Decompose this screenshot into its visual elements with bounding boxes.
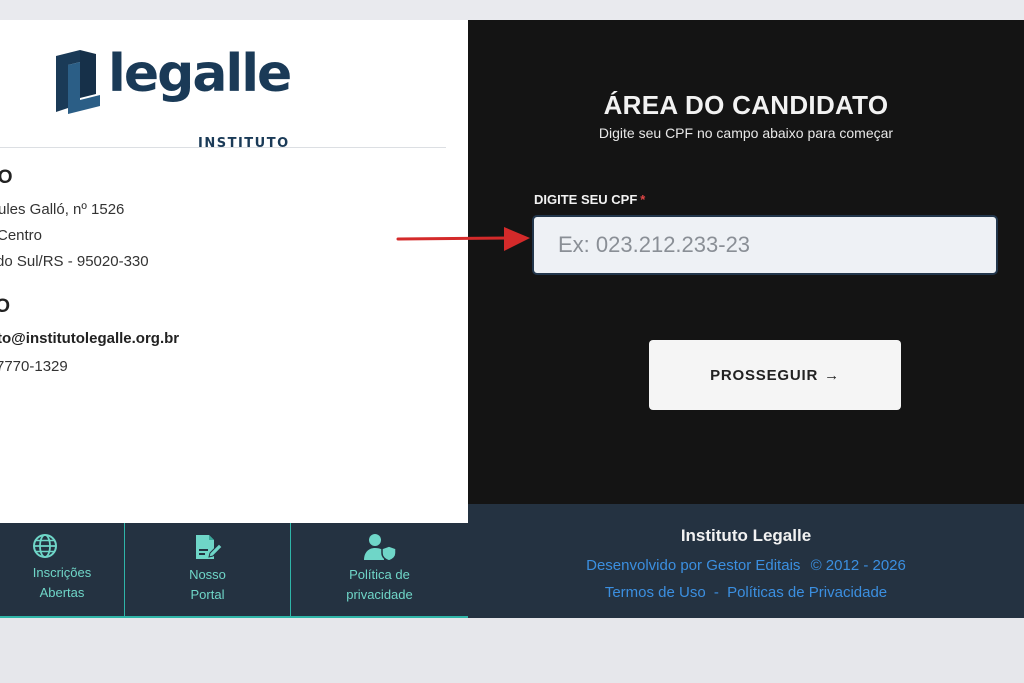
institute-info-panel: legalle INSTITUTO ÇO ules Galló, nº 1526… [0,20,468,523]
nav-item-label: Política de privacidade [346,567,413,602]
cpf-input[interactable] [532,215,998,275]
legalle-logo-mark-icon [56,50,100,114]
candidate-area-subtitle: Digite seu CPF no campo abaixo para come… [598,125,894,141]
site-footer: Instituto Legalle Desenvolvido por Gesto… [468,504,1024,618]
address-line-district: Centro [0,227,43,244]
address-line-city: do Sul/RS - 95020-330 [0,253,149,270]
footer-credits: Desenvolvido por Gestor Editais © 2012 -… [468,557,1024,574]
bottom-background-strip [0,618,1024,683]
nav-item-portal[interactable]: Nosso Portal [125,523,291,616]
cpf-label-text: DIGITE SEU CPF [534,192,638,207]
copyright-text: © 2012 - 2026 [810,557,906,574]
nav-item-label: Nosso Portal [189,567,226,602]
required-marker: * [640,192,646,207]
cpf-field-label: DIGITE SEU CPF * [534,192,645,207]
legalle-logo[interactable]: legalle INSTITUTO [50,44,292,151]
globe-icon [33,534,57,558]
nav-item-inscricoes[interactable]: Inscrições Abertas [0,523,125,616]
proceed-button[interactable]: PROSSEGUIR → [649,340,901,410]
top-background-strip [0,0,1024,20]
logo-divider [0,147,446,148]
contact-phone: 7770-1329 [0,358,68,375]
footer-separator: - [713,584,719,601]
contact-title: TO [0,296,11,317]
proceed-label: PROSSEGUIR [710,366,819,384]
address-line-street: ules Galló, nº 1526 [0,201,125,218]
candidate-area-panel: ÁREA DO CANDIDATO Digite seu CPF no camp… [468,20,1024,504]
nav-item-label: Inscrições Abertas [32,565,92,600]
terms-link[interactable]: Termos de Uso [605,584,706,601]
arrow-right-icon: → [824,366,840,384]
red-arrow-annotation-icon [396,227,530,251]
privacy-link[interactable]: Políticas de Privacidade [727,584,887,601]
contact-email[interactable]: to@institutolegalle.org.br [0,330,179,347]
candidate-area-title: ÁREA DO CANDIDATO [603,90,889,120]
user-shield-icon [363,534,397,561]
portal-edit-icon [195,535,223,559]
nav-item-privacidade[interactable]: Política de privacidade [291,523,468,616]
footer-title: Instituto Legalle [680,526,812,545]
brand-subtitle: INSTITUTO [198,136,290,151]
footer-links: Termos de Uso - Políticas de Privacidade [468,584,1024,601]
brand-name: legalle [108,44,292,104]
address-title: ÇO [0,167,13,188]
developer-link[interactable]: Desenvolvido por Gestor Editais [586,557,800,574]
footer-nav: Inscrições Abertas Nosso Portal Política… [0,523,468,618]
